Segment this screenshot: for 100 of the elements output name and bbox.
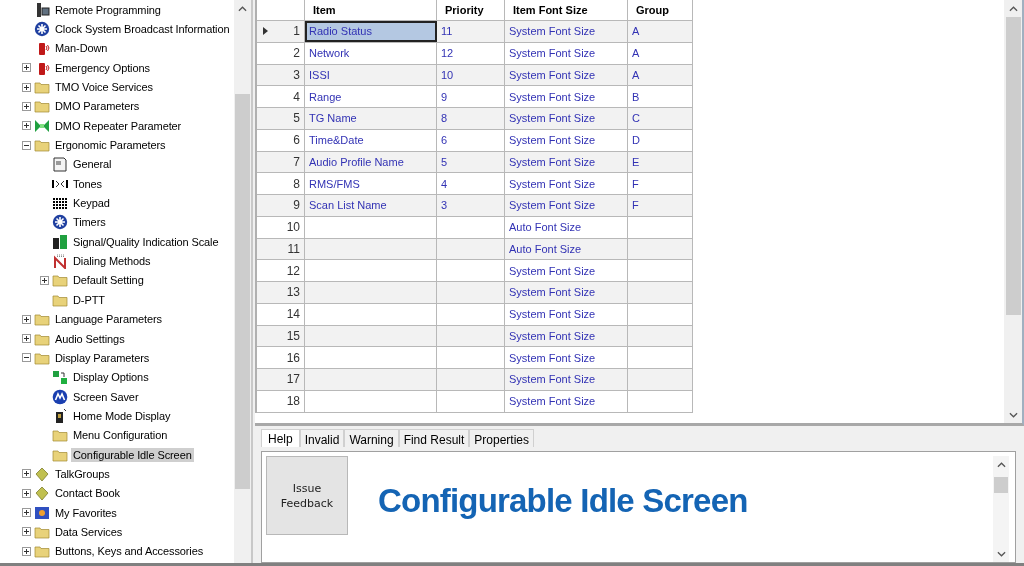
expander-icon[interactable] — [22, 527, 31, 537]
scroll-thumb[interactable] — [235, 94, 250, 489]
expander-icon[interactable] — [22, 546, 31, 556]
tree-item[interactable]: Keypad — [71, 196, 112, 211]
expander-icon[interactable] — [22, 121, 31, 131]
scrollbar[interactable] — [993, 456, 1009, 562]
tree-item[interactable]: Display Parameters — [53, 350, 152, 365]
expander-icon[interactable] — [22, 63, 31, 73]
tree-item[interactable]: TMO Voice Services — [53, 80, 155, 95]
scroll-down-icon[interactable] — [996, 551, 1006, 557]
table-cell[interactable]: ISSI — [305, 64, 437, 86]
tree-item[interactable]: Timers — [71, 215, 108, 230]
table-cell[interactable]: System Font Size — [505, 347, 628, 368]
table-cell[interactable]: System Font Size — [505, 129, 628, 151]
table-cell[interactable]: System Font Size — [505, 195, 628, 216]
table-cell[interactable]: A — [628, 42, 693, 64]
table-cell[interactable]: B — [628, 86, 693, 107]
column-header[interactable]: Priority — [437, 0, 505, 20]
tree-item[interactable]: Dialing Methods — [71, 254, 153, 269]
table-cell[interactable]: System Font Size — [505, 86, 628, 107]
expander-icon[interactable] — [22, 82, 31, 92]
tree-item[interactable]: Home Mode Display — [71, 408, 173, 423]
scroll-down-icon[interactable] — [1008, 412, 1018, 418]
tree-item[interactable]: Configurable Idle Screen — [71, 447, 194, 462]
table-cell[interactable]: RMS/FMS — [305, 173, 437, 194]
table-cell[interactable]: System Font Size — [505, 369, 628, 390]
table-cell[interactable]: Scan List Name — [305, 195, 437, 216]
table-cell[interactable]: Time&Date — [305, 129, 437, 151]
expander-icon[interactable] — [22, 334, 31, 343]
expander-icon[interactable] — [22, 140, 31, 150]
tree-item[interactable]: Ergonomic Parameters — [53, 138, 168, 153]
table-cell[interactable]: System Font Size — [505, 108, 628, 129]
tab[interactable]: Invalid — [299, 429, 345, 447]
scroll-up-icon[interactable] — [996, 462, 1006, 468]
tree-item[interactable]: Man-Down — [53, 41, 110, 56]
tree-item[interactable]: Buttons, Keys and Accessories — [53, 544, 206, 559]
tree-item[interactable]: DMO Repeater Parameter — [53, 118, 184, 133]
table-cell[interactable]: F — [628, 173, 693, 194]
column-header[interactable]: Item — [305, 0, 437, 20]
table-cell[interactable]: 4 — [437, 173, 505, 194]
table-cell[interactable]: System Font Size — [505, 390, 628, 412]
table-cell[interactable]: Range — [305, 86, 437, 107]
tree-item[interactable]: Remote Programming — [53, 2, 163, 17]
tree-item[interactable]: General — [71, 157, 114, 172]
table-cell[interactable]: D — [628, 129, 693, 151]
scroll-up-icon[interactable] — [238, 6, 247, 12]
tree-item[interactable]: My Favorites — [53, 505, 119, 520]
scrollbar[interactable] — [1004, 0, 1022, 423]
table-cell[interactable]: System Font Size — [505, 325, 628, 347]
table-cell[interactable]: System Font Size — [505, 282, 628, 303]
tree-item[interactable]: Signal/Quality Indication Scale — [71, 234, 221, 249]
table-cell[interactable]: Auto Font Size — [505, 216, 628, 238]
scrollbar[interactable] — [234, 0, 251, 563]
table-cell[interactable]: TG Name — [305, 108, 437, 129]
table-cell[interactable]: 8 — [437, 108, 505, 129]
table-cell[interactable]: A — [628, 21, 693, 42]
table-cell[interactable]: System Font Size — [505, 260, 628, 281]
tab[interactable]: Find Result — [398, 429, 470, 447]
expander-icon[interactable] — [22, 469, 31, 479]
expander-icon[interactable] — [22, 508, 31, 518]
expander-icon[interactable] — [40, 276, 49, 285]
scroll-thumb[interactable] — [994, 477, 1008, 493]
expander-icon[interactable] — [22, 101, 31, 111]
table-cell[interactable]: E — [628, 151, 693, 173]
tree-item[interactable]: D-PTT — [71, 292, 107, 307]
scroll-up-icon[interactable] — [1008, 6, 1018, 12]
expander-icon[interactable] — [22, 353, 31, 363]
issue-feedback-button[interactable]: Issue Feedback — [266, 456, 348, 535]
table-cell[interactable]: 5 — [437, 151, 505, 173]
expander-icon[interactable] — [22, 488, 31, 498]
tree-item[interactable]: Emergency Options — [53, 60, 152, 75]
tree-item[interactable]: Clock System Broadcast Information — [53, 22, 232, 36]
table-cell[interactable]: Radio Status — [305, 21, 437, 42]
table-cell[interactable]: 10 — [437, 64, 505, 86]
table-cell[interactable]: System Font Size — [505, 173, 628, 194]
table-cell[interactable]: C — [628, 108, 693, 129]
expander-icon[interactable] — [22, 314, 31, 324]
table-cell[interactable]: Auto Font Size — [505, 238, 628, 260]
tab[interactable]: Properties — [469, 429, 535, 447]
scroll-thumb[interactable] — [1005, 17, 1021, 315]
column-header[interactable]: Item Font Size — [505, 0, 628, 20]
tab[interactable]: Help — [261, 429, 300, 447]
tree-item[interactable]: DMO Parameters — [53, 99, 142, 114]
tree-item[interactable]: Contact Book — [53, 486, 122, 501]
table-cell[interactable]: Network — [305, 42, 437, 64]
tree-item[interactable]: Default Setting — [71, 273, 146, 288]
table-cell[interactable]: 11 — [437, 21, 505, 42]
tree-item[interactable]: Display Options — [71, 370, 151, 385]
tab[interactable]: Warning — [344, 429, 399, 447]
table-cell[interactable]: System Font Size — [505, 151, 628, 173]
tree-item[interactable]: Menu Configuration — [71, 428, 170, 443]
table-cell[interactable]: 9 — [437, 86, 505, 107]
column-header[interactable]: Group — [628, 0, 693, 20]
table-cell[interactable]: A — [628, 64, 693, 86]
tree-item[interactable]: TalkGroups — [53, 466, 112, 481]
tree-item[interactable]: Data Services — [53, 524, 125, 539]
tree-item[interactable]: Language Parameters — [53, 312, 164, 327]
table-cell[interactable]: 6 — [437, 129, 505, 151]
tree-item[interactable]: Tones — [71, 176, 104, 191]
tree-item[interactable]: Screen Saver — [71, 389, 141, 404]
